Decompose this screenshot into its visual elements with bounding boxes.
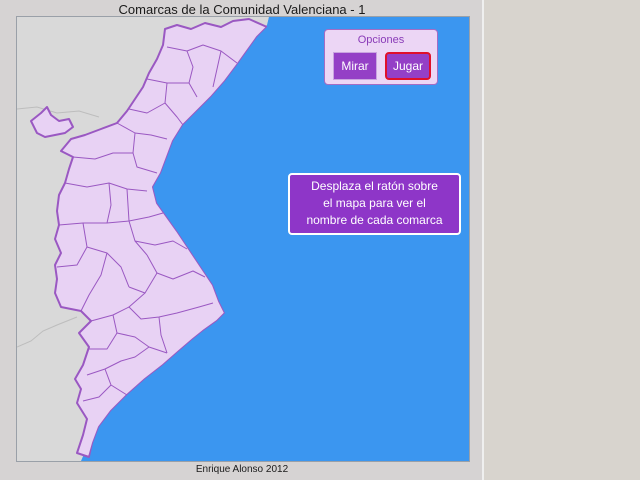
- app-frame: Comarcas de la Comunidad Valenciana - 1: [0, 0, 484, 480]
- instructions-line-1: Desplaza el ratón sobre: [311, 179, 438, 193]
- page-title: Comarcas de la Comunidad Valenciana - 1: [118, 2, 366, 17]
- options-panel: Opciones Mirar Jugar: [324, 29, 438, 85]
- instructions-line-3: nombre de cada comarca: [306, 213, 443, 227]
- options-heading: Opciones: [357, 34, 405, 46]
- map-area[interactable]: Opciones Mirar Jugar Desplaza el ratón s…: [16, 16, 470, 462]
- footer-credit: Enrique Alonso 2012: [195, 464, 289, 475]
- instructions-line-2: el mapa para ver el: [323, 196, 426, 210]
- view-mode-button[interactable]: Mirar: [333, 52, 377, 80]
- play-mode-button[interactable]: Jugar: [385, 52, 431, 80]
- instructions-box: Desplaza el ratón sobre el mapa para ver…: [288, 173, 461, 235]
